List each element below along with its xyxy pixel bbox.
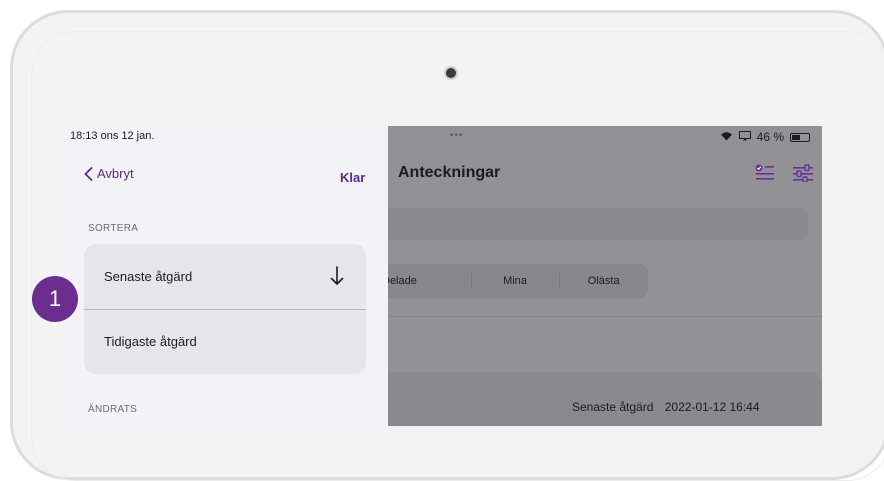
chevron-left-icon <box>84 166 93 181</box>
sort-option-earliest[interactable]: Tidigaste åtgärd <box>84 309 366 374</box>
step-marker-badge: 1 <box>32 276 78 322</box>
cancel-label: Avbryt <box>97 166 134 181</box>
camera-icon <box>446 68 456 78</box>
sort-option-latest[interactable]: Senaste åtgärd <box>84 244 366 309</box>
sort-options-group: Senaste åtgärd Tidigaste åtgärd <box>84 244 366 374</box>
multitasking-dots[interactable]: ••• <box>450 130 464 141</box>
sort-section-header: SORTERA <box>88 223 139 234</box>
battery-icon <box>790 132 810 142</box>
notes-filter-segmented-control: Delade Mina Olästa <box>362 264 648 298</box>
search-input[interactable] <box>362 208 808 240</box>
screen-mirror-icon <box>738 130 751 144</box>
arrow-down-icon <box>330 266 344 285</box>
sort-sheet: 18:13 ons 12 jan. Avbryt Klar SORTERA Se… <box>62 126 388 426</box>
done-button[interactable]: Klar <box>340 170 365 185</box>
segment-mina[interactable]: Mina <box>470 264 560 298</box>
note-card-last-action: Senaste åtgärd 2022-01-12 16:44 <box>572 400 760 414</box>
tablet-screen: ••• 46 % Anteckningar Delade Mina Olästa… <box>62 126 822 426</box>
wifi-icon <box>720 130 733 144</box>
segment-olasta[interactable]: Olästa <box>559 264 648 298</box>
sort-option-label: Tidigaste åtgärd <box>104 334 197 349</box>
divider <box>362 316 822 317</box>
note-card[interactable] <box>362 372 822 426</box>
changed-section-header: ÄNDRATS <box>88 404 138 415</box>
checklist-icon[interactable] <box>755 164 775 182</box>
cancel-button[interactable]: Avbryt <box>84 166 134 181</box>
sort-option-label: Senaste åtgärd <box>104 269 193 284</box>
last-action-timestamp: 2022-01-12 16:44 <box>664 400 760 414</box>
battery-percent: 46 % <box>756 130 784 144</box>
page-title: Anteckningar <box>398 164 501 181</box>
status-indicators: 46 % <box>720 130 810 144</box>
status-time: 18:13 ons 12 jan. <box>70 130 155 142</box>
filter-sliders-icon[interactable] <box>792 164 814 182</box>
last-action-label: Senaste åtgärd <box>572 400 654 414</box>
